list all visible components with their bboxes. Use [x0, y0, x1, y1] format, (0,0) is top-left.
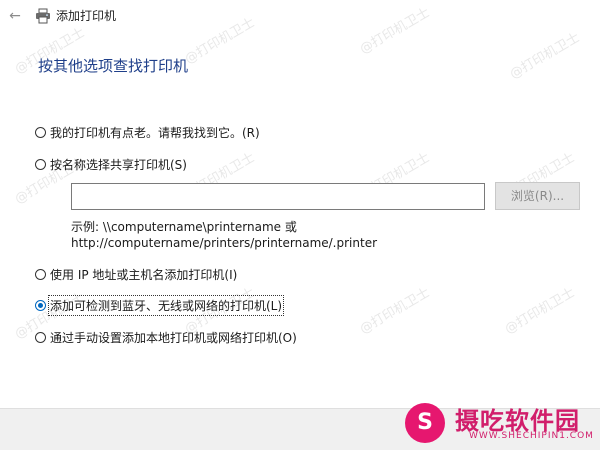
brand-watermark: 摄吃软件园 WWW.SHECHIPIN1.COM: [405, 397, 595, 447]
option-bluetooth-wireless-network[interactable]: 添加可检测到蓝牙、无线或网络的打印机(L): [35, 294, 285, 316]
radio-button[interactable]: [35, 126, 46, 138]
option-ip-or-hostname[interactable]: 使用 IP 地址或主机名添加打印机(I): [35, 265, 237, 283]
brand-url: WWW.SHECHIPIN1.COM: [469, 431, 594, 441]
brand-logo-icon: [405, 403, 445, 443]
option-label: 添加可检测到蓝牙、无线或网络的打印机(L): [47, 294, 285, 316]
page-title: 按其他选项查找打印机: [38, 57, 189, 75]
radio-button[interactable]: [35, 331, 46, 343]
option-label: 使用 IP 地址或主机名添加打印机(I): [50, 267, 238, 282]
radio-button[interactable]: [35, 158, 46, 170]
option-manual-settings[interactable]: 通过手动设置添加本地打印机或网络打印机(O): [35, 328, 297, 346]
option-label: 按名称选择共享打印机(S): [50, 157, 187, 172]
example-text-line1: 示例: \\computername\printername 或: [71, 220, 297, 234]
printer-icon: [35, 8, 51, 24]
shared-printer-name-input[interactable]: [71, 183, 485, 210]
title-bar: ← 添加打印机: [0, 0, 600, 32]
option-label: 我的打印机有点老。请帮我找到它。(R): [50, 125, 260, 140]
option-label: 通过手动设置添加本地打印机或网络打印机(O): [50, 330, 297, 345]
watermark-text: @打印机卫士: [502, 285, 578, 338]
option-old-printer[interactable]: 我的打印机有点老。请帮我找到它。(R): [35, 123, 260, 141]
watermark-text: @打印机卫士: [357, 285, 433, 338]
back-arrow-icon: ←: [9, 8, 21, 24]
radio-button-selected[interactable]: [35, 299, 46, 311]
watermark-text: @打印机卫士: [507, 30, 583, 83]
radio-button[interactable]: [35, 268, 46, 280]
browse-button[interactable]: 浏览(R)...: [495, 182, 580, 210]
option-shared-printer-by-name[interactable]: 按名称选择共享打印机(S): [35, 155, 187, 173]
window-title: 添加打印机: [56, 9, 117, 23]
example-text-line2: http://computername/printers/printername…: [71, 236, 378, 250]
back-button[interactable]: ←: [4, 6, 26, 26]
